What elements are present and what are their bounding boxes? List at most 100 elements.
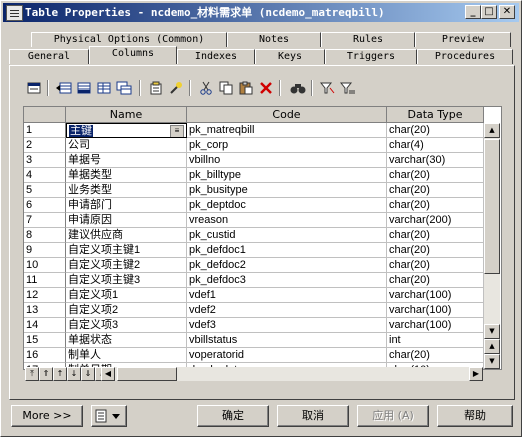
delete-icon[interactable] [257,79,275,97]
code-cell[interactable]: vbillno [187,153,387,168]
table-row[interactable]: 13 自定义项2 vdef2 varchar(100) [24,303,484,318]
tab-columns[interactable]: Columns [89,46,177,64]
data-type-cell[interactable]: char(20) [387,243,484,258]
table-row[interactable]: 5 业务类型 pk_busitype char(20) [24,183,484,198]
table-row[interactable]: 12 自定义项1 vdef1 varchar(100) [24,288,484,303]
name-cell[interactable]: 申请原因 [66,213,187,228]
title-bar[interactable]: Table Properties - ncdemo_材料需求单 (ncdemo_… [3,3,519,22]
row-number-cell[interactable]: 6 [24,198,66,213]
name-cell[interactable]: 自定义项主键2 [66,258,187,273]
code-cell[interactable]: pk_corp [187,138,387,153]
copy-row-icon[interactable] [115,79,133,97]
row-number-cell[interactable]: 8 [24,228,66,243]
table-row[interactable]: 16 制单人 voperatorid char(20) [24,348,484,363]
code-cell[interactable]: pk_deptdoc [187,198,387,213]
name-cell[interactable]: 建议供应商 [66,228,187,243]
move-page-down-icon[interactable]: ⇓ [81,367,95,381]
properties-icon[interactable] [25,79,43,97]
table-row[interactable]: 15 单据状态 vbillstatus int [24,333,484,348]
code-cell[interactable]: pk_custid [187,228,387,243]
code-cell[interactable]: voperatorid [187,348,387,363]
table-row[interactable]: 7 申请原因 vreason varchar(200) [24,213,484,228]
tab-notes[interactable]: Notes [227,32,321,47]
code-cell[interactable]: vdef1 [187,288,387,303]
data-type-cell[interactable]: char(20) [387,273,484,288]
vertical-scrollbar[interactable]: ▲ ▼ ▲ ▼ [484,123,500,369]
data-type-cell[interactable]: char(20) [387,198,484,213]
data-type-cell[interactable]: char(20) [387,348,484,363]
row-number-cell[interactable]: 14 [24,318,66,333]
row-number-cell[interactable]: 15 [24,333,66,348]
scroll-up-icon[interactable]: ▲ [484,123,500,138]
data-type-cell[interactable]: char(20) [387,168,484,183]
row-number-cell[interactable]: 3 [24,153,66,168]
row-number-cell[interactable]: 7 [24,213,66,228]
name-cell[interactable]: 自定义项3 [66,318,187,333]
scroll-right-icon[interactable]: ▶ [469,367,483,381]
name-cell[interactable]: 主键 ≡ [66,123,187,138]
cell-ellipsis-button[interactable]: ≡ [170,125,184,137]
name-cell[interactable]: 自定义项主键3 [66,273,187,288]
name-cell[interactable]: 公司 [66,138,187,153]
row-number-cell[interactable]: 5 [24,183,66,198]
table-row[interactable]: 4 单据类型 pk_billtype char(20) [24,168,484,183]
tab-triggers[interactable]: Triggers [325,49,417,64]
name-cell[interactable]: 自定义项主键1 [66,243,187,258]
data-type-cell[interactable]: char(4) [387,138,484,153]
name-cell[interactable]: 业务类型 [66,183,187,198]
code-cell[interactable]: pk_defdoc3 [187,273,387,288]
code-cell[interactable]: vbillstatus [187,333,387,348]
list-menu-button[interactable] [91,405,127,427]
move-top-icon[interactable]: ⤒ [25,367,39,381]
column-header-name[interactable]: Name [66,107,187,123]
code-cell[interactable]: pk_matreqbill [187,123,387,138]
tab-indexes[interactable]: Indexes [177,49,255,64]
more-button[interactable]: More >> [11,405,83,427]
data-type-cell[interactable]: varchar(200) [387,213,484,228]
table-row[interactable]: 9 自定义项主键1 pk_defdoc1 char(20) [24,243,484,258]
row-number-cell[interactable]: 12 [24,288,66,303]
table-row[interactable]: 6 申请部门 pk_deptdoc char(20) [24,198,484,213]
name-cell[interactable]: 自定义项1 [66,288,187,303]
scroll-thumb[interactable] [484,139,500,274]
paste-icon[interactable] [237,79,255,97]
row-number-cell[interactable]: 4 [24,168,66,183]
move-down-icon[interactable]: ↓ [67,367,81,381]
insert-row-icon[interactable] [55,79,73,97]
name-cell[interactable]: 单据状态 [66,333,187,348]
horizontal-scroll-thumb[interactable] [117,367,177,381]
row-number-cell[interactable]: 10 [24,258,66,273]
column-header-code[interactable]: Code [187,107,387,123]
tab-physical-options[interactable]: Physical Options (Common) [31,32,227,47]
columns-grid[interactable]: Name Code Data Type 1 主键 ≡ pk_matreqbill cha… [23,106,502,370]
code-cell[interactable]: pk_busitype [187,183,387,198]
cancel-button[interactable]: 取消 [277,405,349,427]
data-type-cell[interactable]: varchar(100) [387,303,484,318]
help-button[interactable]: 帮助 [437,405,513,427]
name-cell[interactable]: 单据号 [66,153,187,168]
data-type-cell[interactable]: char(20) [387,228,484,243]
name-cell[interactable]: 自定义项2 [66,303,187,318]
name-cell[interactable]: 单据类型 [66,168,187,183]
move-page-up-icon[interactable]: ⇑ [39,367,53,381]
table-row[interactable]: 14 自定义项3 vdef3 varchar(100) [24,318,484,333]
row-number-cell[interactable]: 9 [24,243,66,258]
tab-procedures[interactable]: Procedures [417,49,513,64]
wand-icon[interactable] [167,79,185,97]
row-number-cell[interactable]: 13 [24,303,66,318]
data-type-cell[interactable]: int [387,333,484,348]
ok-button[interactable]: 确定 [197,405,269,427]
row-number-cell[interactable]: 1 [24,123,66,138]
move-up-icon[interactable]: ↑ [53,367,67,381]
data-type-cell[interactable]: varchar(100) [387,318,484,333]
code-cell[interactable]: vreason [187,213,387,228]
cut-icon[interactable] [197,79,215,97]
table-row[interactable]: 10 自定义项主键2 pk_defdoc2 char(20) [24,258,484,273]
row-number-cell[interactable]: 16 [24,348,66,363]
copy-icon[interactable] [217,79,235,97]
tab-preview[interactable]: Preview [415,32,511,47]
filter-icon[interactable] [319,79,337,97]
name-cell[interactable]: 申请部门 [66,198,187,213]
scroll-down-icon[interactable]: ▼ [484,324,500,339]
name-cell[interactable]: 制单人 [66,348,187,363]
